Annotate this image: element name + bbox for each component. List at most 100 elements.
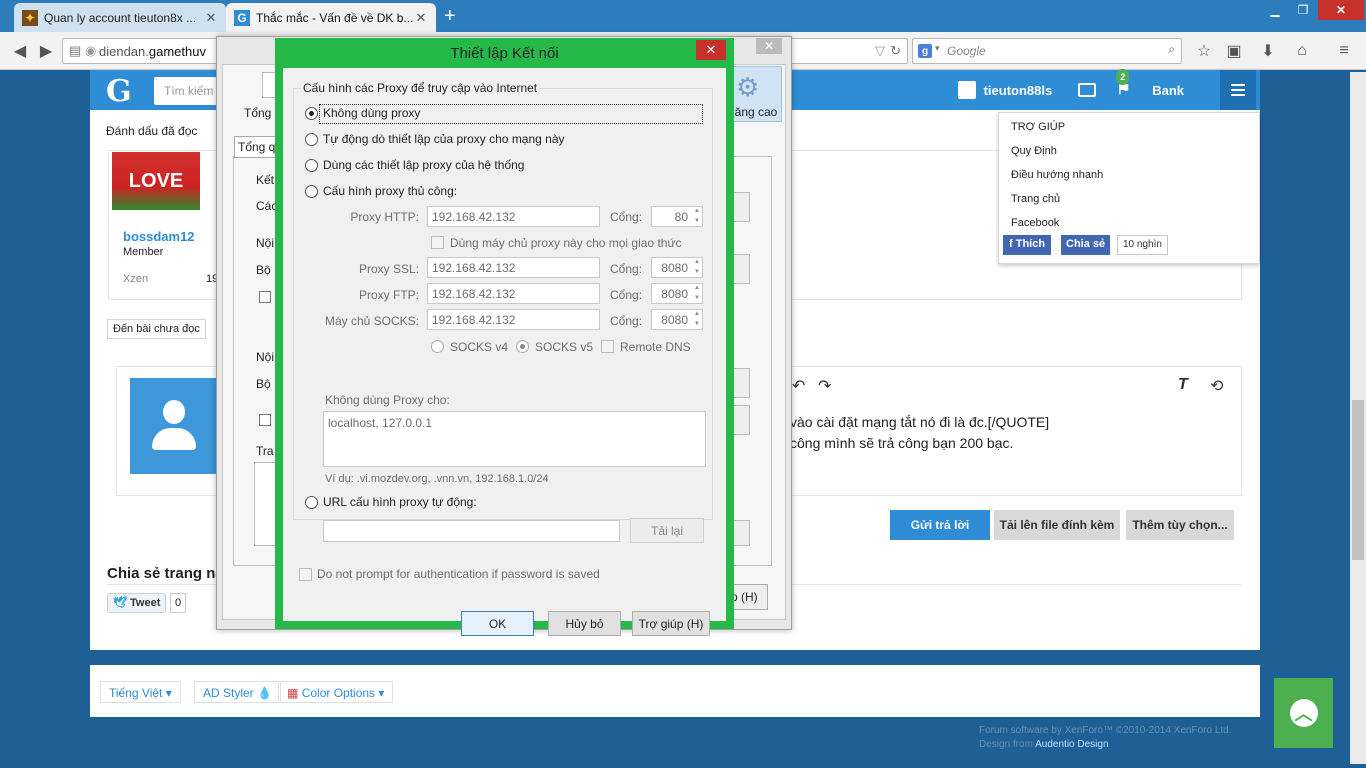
options-close-icon[interactable]: ✕ [756, 38, 782, 54]
tab-close-icon[interactable]: ✕ [204, 10, 218, 26]
search-bar[interactable]: g ▾ Google ⌕ [912, 38, 1182, 64]
label-manual-proxy[interactable]: Cấu hình proxy thủ công: [323, 184, 457, 198]
new-tab-button[interactable]: + [444, 6, 456, 26]
label-no-proxy[interactable]: Không dùng proxy [323, 106, 420, 120]
bank-link[interactable]: Bank [1152, 83, 1184, 98]
tweet-button[interactable]: 🕊 Tweet [107, 593, 167, 613]
user-avatar-icon[interactable] [957, 81, 976, 99]
bookmarks-menu-icon[interactable]: ▣ [1222, 39, 1246, 63]
options-textarea[interactable] [254, 462, 276, 546]
design-link[interactable]: Audentio Design [1035, 739, 1108, 750]
proxy-ftp-host-field[interactable]: 192.168.42.132 [427, 283, 600, 304]
editor-line: công mình sẽ trả công bạn 200 bạc. [790, 435, 1014, 451]
ok-button[interactable]: OK [461, 611, 534, 636]
home-icon[interactable]: ⌂ [1290, 39, 1314, 63]
port-stepper-icon[interactable]: ▲ ▼ [693, 309, 701, 330]
styler-chooser[interactable]: AD Styler 💧 [194, 681, 281, 703]
back-icon[interactable]: ◀ [8, 39, 32, 63]
options-checkbox[interactable] [259, 291, 271, 303]
options-side-button[interactable] [732, 192, 750, 222]
radio-socks-v5[interactable] [516, 340, 529, 353]
menu-item-quick-nav[interactable]: Điều hướng nhanh [1011, 169, 1103, 181]
bookmark-star-icon[interactable]: ☆ [1192, 39, 1216, 63]
checkbox-same-proxy[interactable] [431, 236, 444, 249]
mail-icon[interactable] [1078, 83, 1097, 97]
proxy-ssl-host-field[interactable]: 192.168.42.132 [427, 257, 600, 278]
label-auto-config-url[interactable]: URL cấu hình proxy tự động: [323, 495, 477, 509]
options-side-button[interactable] [732, 405, 750, 435]
poster-name[interactable]: bossdam12 [123, 229, 195, 244]
remove-format-icon[interactable]: T [1178, 376, 1188, 394]
options-subtab-general[interactable]: Tổng q [234, 136, 280, 158]
label-system-proxy[interactable]: Dùng các thiết lập proxy của hệ thống [323, 158, 524, 172]
search-engine-dropdown-icon[interactable]: ▾ [935, 43, 940, 54]
menu-item-facebook[interactable]: Facebook [1011, 217, 1059, 229]
color-options-chooser[interactable]: ▦ Color Options ▾ [278, 681, 394, 703]
options-side-button[interactable] [732, 520, 750, 546]
menu-item-help[interactable]: TRỢ GIÚP [1011, 121, 1065, 133]
options-tab-general[interactable]: Tổng [244, 106, 271, 120]
browser-tab-2[interactable]: G Thắc mắc - Vấn đề về DK b... ✕ [226, 3, 436, 32]
no-proxy-for-textarea[interactable]: localhost, 127.0.0.1 [323, 411, 706, 467]
radio-auto-detect[interactable] [305, 133, 318, 146]
options-side-button[interactable] [732, 368, 750, 398]
help-button[interactable]: Trợ giúp (H) [632, 611, 710, 636]
port-stepper-icon[interactable]: ▲ ▼ [693, 283, 701, 304]
minimize-icon[interactable]: ▁ [1262, 0, 1288, 20]
undo-icon[interactable]: ↶ [792, 376, 805, 396]
unread-post-button[interactable]: Đến bài chưa đọc [107, 319, 206, 339]
upload-button[interactable]: Tải lên file đính kèm [994, 510, 1120, 540]
cancel-button[interactable]: Hủy bỏ [548, 611, 621, 636]
reload-button[interactable]: Tải lại [630, 518, 704, 543]
menu-item-rules[interactable]: Quy Định [1011, 145, 1057, 157]
maximize-icon[interactable]: ❐ [1290, 0, 1316, 20]
checkbox-remote-dns[interactable] [601, 340, 614, 353]
radio-manual-proxy[interactable] [305, 185, 318, 198]
browser-tab-1[interactable]: ✦ Quan ly account tieuton8x ... ✕ [14, 3, 226, 32]
more-options-button[interactable]: Thêm tùy chọn... [1126, 510, 1234, 540]
site-logo[interactable]: G [106, 74, 132, 109]
page-scrollbar[interactable] [1350, 72, 1366, 764]
search-icon[interactable]: ⌕ [1168, 42, 1175, 57]
port-stepper-icon[interactable]: ▲ ▼ [693, 257, 701, 278]
editor-text[interactable]: vào cài đặt mạng tắt nó đi là đc.[/QUOTE… [790, 412, 1049, 454]
menu-item-home[interactable]: Trang chủ [1011, 193, 1060, 205]
flag-icon[interactable]: ⚑ 2 [1116, 69, 1132, 98]
dropdown-arrow-icon[interactable]: ▽ [875, 43, 885, 59]
options-checkbox[interactable] [259, 414, 271, 426]
facebook-like-button[interactable]: f Thích [1003, 235, 1052, 255]
facebook-share-button[interactable]: Chia sẻ [1061, 235, 1111, 255]
no-proxy-example: Ví dụ: .vi.mozdev.org, .vnn.vn, 192.168.… [325, 473, 549, 485]
checkbox-auth-prompt[interactable] [299, 568, 312, 581]
redo-icon[interactable]: ↷ [818, 376, 831, 396]
forward-icon[interactable]: ▶ [34, 39, 58, 63]
reload-icon[interactable]: ↻ [890, 43, 901, 59]
options-side-button[interactable] [732, 254, 750, 284]
options-label: Nội [256, 236, 275, 250]
username[interactable]: tieuton88ls [984, 83, 1053, 98]
radio-auto-config-url[interactable] [305, 496, 318, 509]
facebook-icon: f [1009, 238, 1013, 250]
proxy-http-host-field[interactable]: 192.168.42.132 [427, 206, 600, 227]
user-area: tieuton88ls ⚑ 2 Bank [957, 69, 1184, 110]
mark-read-link[interactable]: Đánh dấu đã đọc [106, 124, 197, 138]
dialog-close-icon[interactable]: ✕ [696, 40, 726, 60]
radio-socks-v4[interactable] [431, 340, 444, 353]
scrollbar-thumb[interactable] [1352, 400, 1364, 560]
radio-no-proxy[interactable] [305, 107, 318, 120]
scroll-to-top-button[interactable]: ︿ [1274, 678, 1333, 748]
label-port: Cổng: [610, 262, 643, 276]
download-icon[interactable]: ⬇ [1256, 39, 1280, 63]
reply-button[interactable]: Gửi trả lời [890, 510, 990, 540]
socks-host-field[interactable]: 192.168.42.132 [427, 309, 600, 330]
switch-mode-icon[interactable]: ⟲ [1210, 376, 1223, 396]
radio-system-proxy[interactable] [305, 159, 318, 172]
language-chooser[interactable]: Tiếng Việt ▾ [100, 681, 181, 703]
label-auto-detect[interactable]: Tự động dò thiết lập của proxy cho mạng … [323, 132, 565, 146]
tab-close-icon[interactable]: ✕ [414, 10, 428, 26]
auto-config-url-field[interactable] [323, 520, 620, 542]
site-menu-button[interactable] [1220, 70, 1256, 110]
port-stepper-icon[interactable]: ▲ ▼ [693, 206, 701, 227]
hamburger-menu-icon[interactable]: ≡ [1332, 39, 1356, 63]
window-close-icon[interactable]: ✕ [1318, 0, 1364, 20]
